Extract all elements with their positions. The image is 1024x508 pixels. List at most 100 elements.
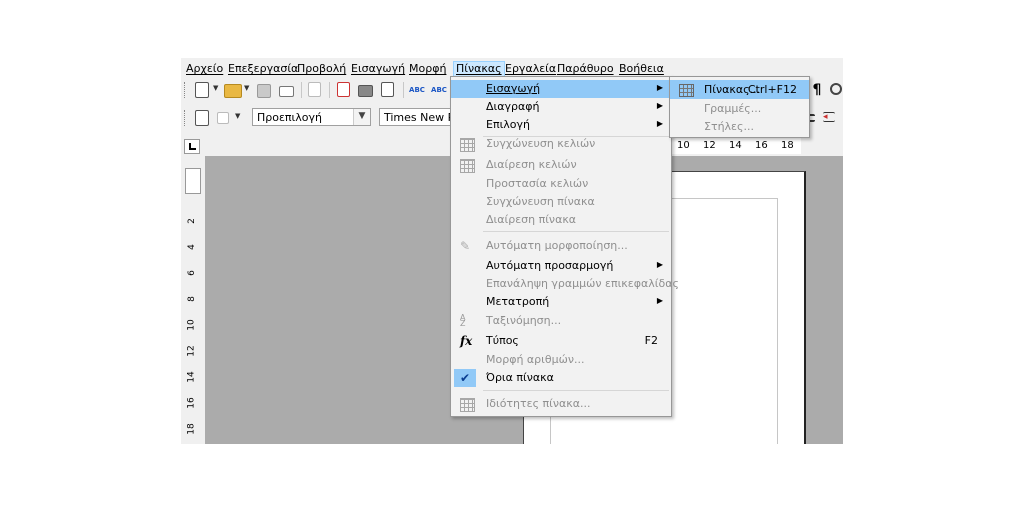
menu-item-label: Μορφή αριθμών... bbox=[486, 353, 585, 366]
menu-separator bbox=[483, 231, 669, 232]
menu-item-label: Διαγραφή bbox=[486, 100, 540, 113]
email-icon[interactable] bbox=[279, 86, 294, 97]
indent-icon[interactable]: ◂ bbox=[823, 112, 835, 122]
ruler-label: 16 bbox=[186, 397, 197, 409]
menu-item-protect-cells[interactable]: Προστασία κελιών bbox=[451, 175, 671, 193]
paragraph-style-value: Προεπιλογή bbox=[257, 111, 322, 124]
menu-item-formula[interactable]: fx Τύπος F2 bbox=[451, 332, 671, 350]
menu-item-label: Αυτόματη μορφοποίηση... bbox=[486, 239, 628, 252]
ruler-label: 18 bbox=[186, 423, 197, 435]
ruler-tab-selector[interactable] bbox=[184, 139, 200, 154]
table-icon bbox=[679, 84, 694, 97]
menu-item-split-table[interactable]: Διαίρεση πίνακα bbox=[451, 211, 671, 229]
split-cells-icon bbox=[460, 159, 475, 173]
save-icon[interactable] bbox=[257, 84, 271, 98]
new-document-icon[interactable] bbox=[195, 82, 209, 98]
right-indent-marker[interactable] bbox=[766, 144, 776, 153]
ruler-label: 10 bbox=[677, 140, 690, 151]
submenu-item-rows[interactable]: Γραμμές... bbox=[670, 99, 809, 118]
horizontal-ruler[interactable]: 10 12 14 16 18 bbox=[661, 138, 801, 154]
menu-item-label: Μετατροπή bbox=[486, 295, 550, 308]
menu-item-merge-table[interactable]: Συγχώνευση πίνακα bbox=[451, 193, 671, 211]
menu-window[interactable]: Παράθυρο bbox=[557, 62, 614, 76]
submenu-item-columns[interactable]: Στήλες... bbox=[670, 117, 809, 136]
menu-file[interactable]: Αρχείο bbox=[186, 62, 223, 76]
chevron-right-icon: ▶ bbox=[656, 260, 663, 269]
menu-table[interactable]: Πίνακας bbox=[453, 61, 505, 77]
ruler-label: 2 bbox=[186, 218, 197, 224]
insert-submenu: Πίνακας... Ctrl+F12 Γραμμές... Στήλες... bbox=[669, 76, 810, 138]
menu-item-autoformat[interactable]: ✎ Αυτόματη μορφοποίηση... bbox=[451, 237, 671, 255]
font-name-combo[interactable]: Times New Ro bbox=[379, 108, 462, 126]
toolbar-grip[interactable] bbox=[184, 110, 187, 126]
menu-item-select[interactable]: Επιλογή ▶ bbox=[451, 116, 671, 134]
find-icon[interactable] bbox=[830, 83, 842, 95]
menu-item-label: Διαίρεση πίνακα bbox=[486, 213, 577, 226]
toolbar-separator bbox=[301, 82, 302, 98]
export-pdf-icon[interactable] bbox=[337, 82, 350, 97]
autoformat-icon: ✎ bbox=[460, 239, 471, 253]
menu-item-convert[interactable]: Μετατροπή ▶ bbox=[451, 293, 671, 311]
ruler-label: 14 bbox=[186, 371, 197, 383]
vertical-ruler[interactable]: 2 4 6 8 10 12 14 16 18 bbox=[181, 154, 205, 444]
chevron-right-icon: ▶ bbox=[656, 296, 663, 305]
ruler-label: 6 bbox=[186, 270, 197, 276]
chevron-down-icon[interactable]: ▼ bbox=[353, 109, 370, 125]
menu-item-label: Όρια πίνακα bbox=[486, 371, 554, 384]
open-folder-icon[interactable] bbox=[224, 84, 242, 98]
autospellcheck-icon[interactable]: ABC bbox=[431, 82, 447, 98]
formula-icon: fx bbox=[460, 334, 473, 348]
open-dropdown-icon[interactable]: ▼ bbox=[244, 84, 249, 92]
checkmark-icon: ✔ bbox=[454, 369, 476, 387]
menu-item-repeat-heading[interactable]: Επανάληψη γραμμών επικεφαλίδας bbox=[451, 275, 679, 293]
menu-item-label: Ταξινόμηση... bbox=[486, 314, 562, 327]
menu-item-insert[interactable]: Εισαγωγή ▶ bbox=[451, 80, 671, 98]
menu-item-label: Αυτόματη προσαρμογή bbox=[486, 259, 614, 272]
table-menu: Εισαγωγή ▶ Διαγραφή ▶ Επιλογή ▶ Συγχώνευ… bbox=[450, 76, 679, 417]
toolbar-separator bbox=[329, 82, 330, 98]
toolbar-separator bbox=[403, 82, 404, 98]
menu-item-label: Τύπος bbox=[486, 334, 519, 347]
ruler-label: 10 bbox=[186, 319, 197, 331]
menu-separator bbox=[483, 390, 669, 391]
ruler-label: 12 bbox=[186, 345, 197, 357]
menu-item-number-format[interactable]: Μορφή αριθμών... bbox=[451, 351, 671, 369]
menubar: Αρχείο Επεξεργασία Προβολή Εισαγωγή Μορφ… bbox=[181, 58, 843, 78]
menu-item-label: Συγχώνευση πίνακα bbox=[486, 195, 595, 208]
formatting-marks-icon[interactable]: ¶ bbox=[809, 82, 825, 98]
menu-tools[interactable]: Εργαλεία bbox=[505, 62, 556, 76]
menu-edit[interactable]: Επεξεργασία bbox=[228, 62, 298, 76]
checkbox-icon[interactable] bbox=[217, 112, 229, 124]
submenu-item-label: Γραμμές... bbox=[704, 102, 762, 115]
chevron-right-icon: ▶ bbox=[656, 101, 663, 110]
styles-dropdown-icon[interactable]: ▼ bbox=[235, 112, 240, 120]
menu-item-merge-cells[interactable]: Συγχώνευση κελιών bbox=[451, 135, 671, 153]
menu-item-delete[interactable]: Διαγραφή ▶ bbox=[451, 98, 671, 116]
menu-item-label: Επανάληψη γραμμών επικεφαλίδας bbox=[486, 277, 679, 290]
table-properties-icon bbox=[460, 398, 475, 412]
menu-item-table-properties[interactable]: Ιδιότητες πίνακα... bbox=[451, 395, 671, 413]
new-dropdown-icon[interactable]: ▼ bbox=[213, 84, 218, 92]
spellcheck-icon[interactable]: ABC bbox=[409, 82, 425, 98]
vertical-ruler-slider[interactable] bbox=[185, 168, 201, 194]
submenu-item-table[interactable]: Πίνακας... Ctrl+F12 bbox=[670, 80, 809, 99]
menu-view[interactable]: Προβολή bbox=[297, 62, 346, 76]
print-preview-icon[interactable] bbox=[381, 82, 394, 97]
menu-item-sort[interactable]: AZ Ταξινόμηση... bbox=[451, 312, 671, 330]
menu-item-split-cells[interactable]: Διαίρεση κελιών bbox=[451, 156, 671, 174]
edit-mode-icon[interactable] bbox=[308, 82, 321, 97]
menu-shortcut: F2 bbox=[644, 334, 658, 347]
print-icon[interactable] bbox=[358, 85, 373, 97]
menu-insert[interactable]: Εισαγωγή bbox=[351, 62, 405, 76]
menu-item-table-boundaries[interactable]: ✔ Όρια πίνακα bbox=[451, 369, 671, 387]
merge-cells-icon bbox=[460, 138, 475, 152]
toolbar-grip[interactable] bbox=[184, 82, 187, 98]
menu-help[interactable]: Βοήθεια bbox=[619, 62, 664, 76]
menu-item-autofit[interactable]: Αυτόματη προσαρμογή ▶ bbox=[451, 257, 671, 275]
ruler-label: 8 bbox=[186, 296, 197, 302]
styles-icon[interactable] bbox=[195, 110, 209, 126]
sort-icon: AZ bbox=[460, 313, 466, 328]
menu-format[interactable]: Μορφή bbox=[409, 62, 446, 76]
paragraph-style-combo[interactable]: Προεπιλογή ▼ bbox=[252, 108, 371, 126]
ruler-label: 12 bbox=[703, 140, 716, 151]
